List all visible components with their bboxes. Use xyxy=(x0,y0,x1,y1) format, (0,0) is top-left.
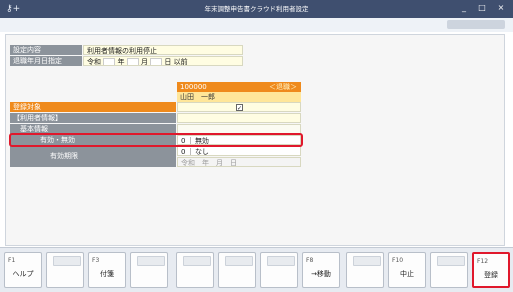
f6-button[interactable] xyxy=(218,252,256,288)
employee-code-text: 100000 xyxy=(180,83,207,91)
key-number: F3 xyxy=(92,257,100,264)
key-label: 中止 xyxy=(400,270,414,278)
key-number: F8 xyxy=(306,257,314,264)
close-button[interactable]: × xyxy=(493,3,509,13)
f4-button[interactable] xyxy=(130,252,168,288)
key-label: →移動 xyxy=(311,270,331,278)
f5-button[interactable] xyxy=(176,252,214,288)
f10-cancel-button[interactable]: F10 中止 xyxy=(388,252,426,288)
empty-key-plate xyxy=(53,256,81,266)
validity-code-field[interactable]: 0 なし xyxy=(177,146,301,156)
setting-content-value[interactable]: 利用者情報の利用停止 xyxy=(83,45,243,55)
registration-checkbox[interactable]: ✓ xyxy=(236,104,243,111)
retire-date-label: 退職年月日指定 xyxy=(10,56,82,66)
f9-button[interactable] xyxy=(346,252,384,288)
function-key-bar: F1 ヘルプ F3 付箋 F8 →移動 F10 中止 F12 登録 xyxy=(0,247,513,292)
validity-value: なし xyxy=(194,148,209,156)
f12-register-button[interactable]: F12 登録 xyxy=(472,252,510,288)
f8-move-button[interactable]: F8 →移動 xyxy=(302,252,340,288)
empty-key-plate xyxy=(137,256,165,266)
month-unit: 月 xyxy=(140,58,148,66)
user-info-redacted xyxy=(447,20,505,29)
minimize-button[interactable]: _ xyxy=(456,3,472,13)
registration-target-cell: ✓ xyxy=(177,102,301,112)
key-label: 登録 xyxy=(484,271,498,279)
registration-target-label: 登録対象 xyxy=(10,102,176,112)
day-unit: 日 以前 xyxy=(164,58,188,66)
window-title: 年末調整申告書クラウド利用者設定 xyxy=(204,5,309,13)
validity-code: 0 xyxy=(181,148,186,156)
employee-code: 100000 ＜退職＞ xyxy=(177,82,301,92)
employee-name: 山田 一郎 xyxy=(177,92,301,102)
empty-key-plate xyxy=(353,256,381,266)
key-number: F10 xyxy=(392,257,404,264)
setting-content-label: 設定内容 xyxy=(10,45,82,55)
month-input[interactable] xyxy=(126,58,139,65)
main-panel: 設定内容 利用者情報の利用停止 退職年月日指定 令和 年 月 日 以前 1000… xyxy=(5,34,505,246)
day-input[interactable] xyxy=(150,58,163,65)
empty-key-plate xyxy=(437,256,465,266)
f11-button[interactable] xyxy=(430,252,468,288)
validity-period-label: 有効期限 xyxy=(10,146,176,167)
key-number: F1 xyxy=(8,257,16,264)
empty-key-plate xyxy=(267,256,295,266)
title-bar: ⚷+ 年末調整申告書クラウド利用者設定 _ □ × xyxy=(0,0,513,18)
key-number: F12 xyxy=(477,258,489,265)
f7-button[interactable] xyxy=(260,252,298,288)
maximize-button[interactable]: □ xyxy=(474,3,490,13)
user-info-section-label: 【利用者情報】 xyxy=(10,113,176,123)
validity-date-field[interactable]: 令和 年 月 日 xyxy=(177,157,301,167)
highlight-valid-invalid-row xyxy=(9,133,303,147)
f2-button[interactable] xyxy=(46,252,84,288)
f3-sticky-note-button[interactable]: F3 付箋 xyxy=(88,252,126,288)
retire-date-field[interactable]: 令和 年 月 日 以前 xyxy=(83,56,243,66)
year-input[interactable] xyxy=(103,58,116,65)
empty-key-plate xyxy=(225,256,253,266)
key-label: ヘルプ xyxy=(12,270,34,278)
employee-status-badge: ＜退職＞ xyxy=(269,83,297,91)
info-bar xyxy=(0,18,513,32)
year-unit: 年 xyxy=(117,58,125,66)
key-label: 付箋 xyxy=(100,270,114,278)
era-text: 令和 xyxy=(87,58,101,66)
f1-help-button[interactable]: F1 ヘルプ xyxy=(4,252,42,288)
field-divider xyxy=(189,148,191,155)
user-info-section-cell xyxy=(177,113,301,123)
empty-key-plate xyxy=(183,256,211,266)
